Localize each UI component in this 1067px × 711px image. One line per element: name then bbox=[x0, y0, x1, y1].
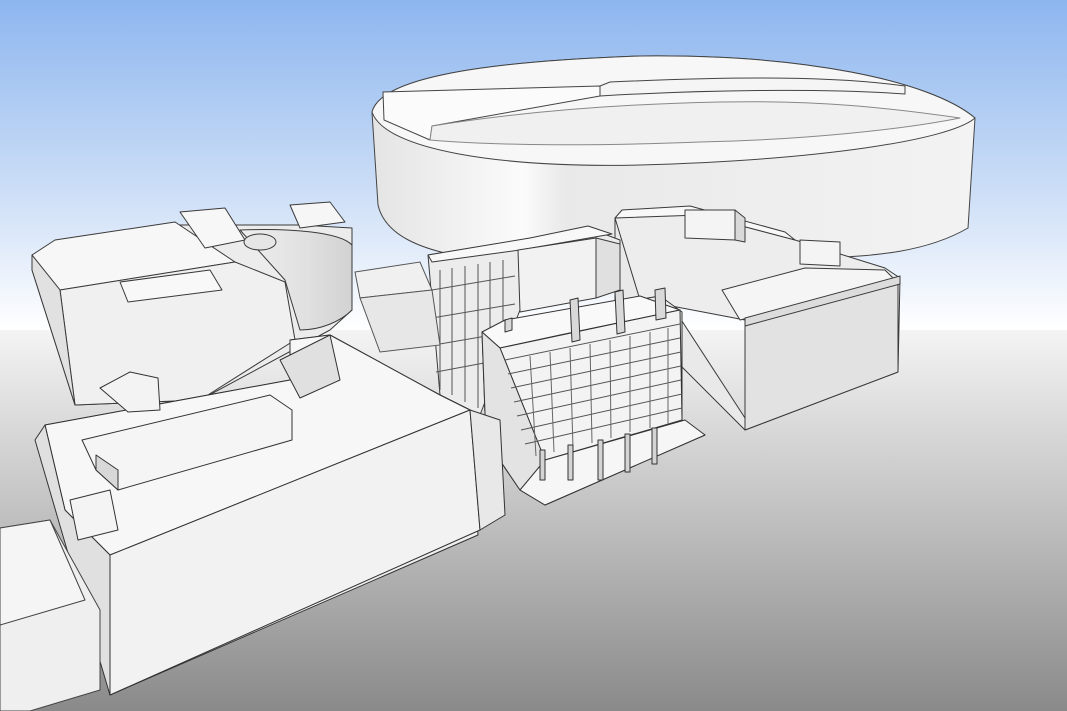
render-canvas bbox=[0, 0, 1067, 711]
massing-render bbox=[0, 0, 1067, 711]
